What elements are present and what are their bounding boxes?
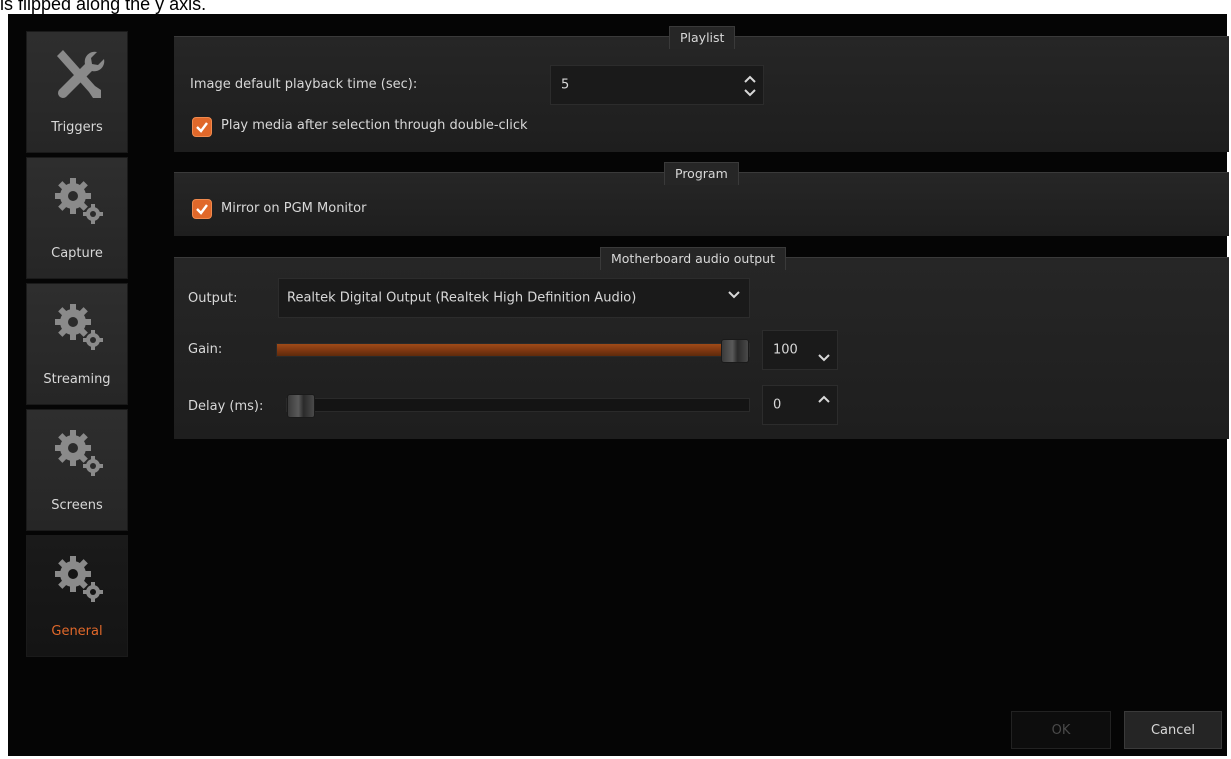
sidebar-item-label: General xyxy=(51,624,103,639)
playlist-panel: Playlist Image default playback time (se… xyxy=(174,26,1229,152)
mirror-pgm-label: Mirror on PGM Monitor xyxy=(221,201,367,216)
gears-icon xyxy=(55,304,103,350)
gain-label: Gain: xyxy=(188,342,223,357)
delay-slider[interactable] xyxy=(286,394,750,418)
delay-value: 0 xyxy=(773,397,782,413)
gain-slider[interactable] xyxy=(276,339,750,363)
sidebar-item-general[interactable]: General xyxy=(26,535,128,657)
audio-panel: Motherboard audio output Output: Realtek… xyxy=(174,247,1229,439)
spin-up-icon[interactable] xyxy=(743,74,757,84)
sidebar-item-triggers[interactable]: Triggers xyxy=(26,31,128,153)
chevron-down-icon xyxy=(728,291,740,299)
sidebar-item-label: Streaming xyxy=(43,372,111,387)
gears-icon xyxy=(55,178,103,224)
sidebar-item-streaming[interactable]: Streaming xyxy=(26,283,128,405)
panel-title: Program xyxy=(664,162,739,185)
delay-spinbox[interactable]: 0 xyxy=(762,385,838,425)
delay-slider-handle[interactable] xyxy=(287,394,315,418)
caption-text: is flipped along the y axis. xyxy=(0,0,207,14)
cancel-button[interactable]: Cancel xyxy=(1124,711,1222,749)
output-select[interactable]: Realtek Digital Output (Realtek High Def… xyxy=(278,278,750,318)
gain-slider-handle[interactable] xyxy=(721,339,749,363)
playback-time-value: 5 xyxy=(561,77,570,93)
play-media-label: Play media after selection through doubl… xyxy=(221,118,528,133)
output-label: Output: xyxy=(188,291,238,306)
mirror-pgm-checkbox[interactable] xyxy=(192,199,212,219)
gears-icon xyxy=(55,430,103,476)
playback-time-spinbox[interactable]: 5 xyxy=(550,65,764,105)
ok-button[interactable]: OK xyxy=(1011,711,1111,749)
gears-icon xyxy=(55,556,103,602)
sidebar-item-screens[interactable]: Screens xyxy=(26,409,128,531)
gain-spinbox[interactable]: 100 xyxy=(762,330,838,370)
checkmark-icon xyxy=(196,204,208,215)
settings-window: Triggers Capture Streaming Screens Gener… xyxy=(8,14,1229,756)
spin-up-icon[interactable] xyxy=(817,394,831,404)
checkmark-icon xyxy=(196,122,208,133)
program-panel: Program Mirror on PGM Monitor xyxy=(174,162,1229,236)
output-value: Realtek Digital Output (Realtek High Def… xyxy=(287,290,637,306)
sidebar-item-capture[interactable]: Capture xyxy=(26,157,128,279)
tools-icon xyxy=(57,50,105,98)
sidebar-item-label: Triggers xyxy=(51,120,103,135)
sidebar-item-label: Capture xyxy=(51,246,103,261)
delay-label: Delay (ms): xyxy=(188,399,264,414)
sidebar-item-label: Screens xyxy=(51,498,103,513)
spin-down-icon[interactable] xyxy=(743,88,757,98)
play-media-checkbox[interactable] xyxy=(192,117,212,137)
gain-value: 100 xyxy=(773,342,798,358)
panel-title: Motherboard audio output xyxy=(600,247,786,270)
gain-slider-fill xyxy=(277,344,735,356)
panel-title: Playlist xyxy=(669,26,736,49)
spin-down-icon[interactable] xyxy=(817,353,831,363)
playback-time-label: Image default playback time (sec): xyxy=(190,77,418,92)
